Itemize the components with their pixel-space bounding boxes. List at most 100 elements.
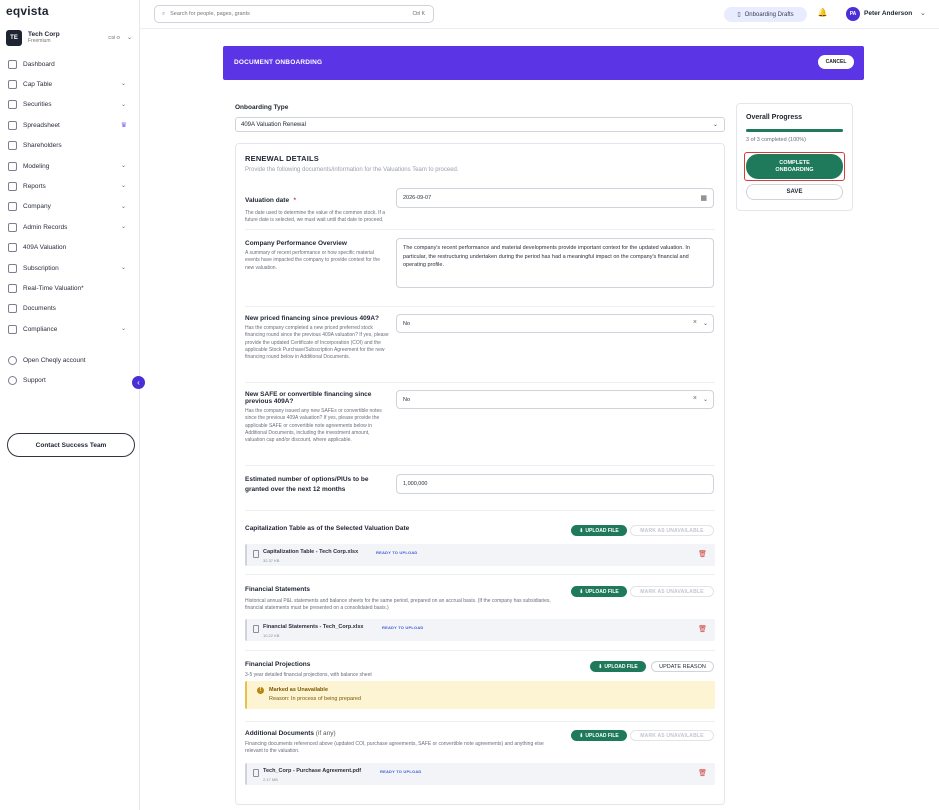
complete-onboarding-button[interactable]: COMPLETE ONBOARDING [746,154,843,179]
performance-textarea[interactable]: The company's recent performance and mat… [396,238,714,288]
upload-file-button[interactable]: ⬇ UPLOAD FILE [571,525,627,536]
sidebar-item-dashboard[interactable]: Dashboard [0,54,140,74]
options-input[interactable]: 1,000,000 [396,474,714,494]
chevron-down-icon: ⌄ [120,162,126,169]
status-badge: READY TO UPLOAD [380,769,422,774]
mark-unavailable-button[interactable]: MARK AS UNAVAILABLE [630,730,714,741]
contact-success-team-button[interactable]: Contact Success Team [7,433,135,457]
clear-icon[interactable]: × [693,395,697,402]
progress-bar-fill [746,129,843,132]
clear-icon[interactable]: × [693,319,697,326]
sidebar-item-securities[interactable]: Securities ⌄ [0,95,140,115]
progress-title: Overall Progress [746,114,803,121]
progress-text: 3 of 3 completed (100%) [746,137,806,143]
chevron-down-icon: ⌄ [120,101,126,108]
org-switcher[interactable]: TE Tech Corp Freemium Ctrl O ⌄ [6,28,136,48]
calendar-icon[interactable]: ▦ [700,194,707,202]
chevron-down-icon: ⌄ [120,224,126,231]
sidebar-item-real-time-valuation[interactable]: Real-Time Valuation* [0,278,140,298]
financial-projections-title: Financial Projections [245,661,311,668]
unavailable-title: Marked as Unavailable [269,687,329,693]
cancel-button[interactable]: CANCEL [818,55,854,69]
sidebar-item-label: Shareholders [23,142,62,150]
onboarding-banner: DOCUMENT ONBOARDING CANCEL [223,46,864,80]
mark-unavailable-button[interactable]: MARK AS UNAVAILABLE [630,586,714,597]
sidebar-item-409a-valuation[interactable]: 409A Valuation [0,238,140,258]
sidebar-item-spreadsheet[interactable]: Spreadsheet ♛ [0,115,140,135]
priced-financing-value: No [403,320,411,327]
sidebar-item-company[interactable]: Company ⌄ [0,197,140,217]
sidebar-item-cap-table[interactable]: Cap Table ⌄ [0,74,140,94]
trash-icon[interactable]: 🗑 [698,550,707,558]
sidebar-item-reports[interactable]: Reports ⌄ [0,176,140,196]
file-name: Capitalization Table - Tech Corp.xlsx [263,549,359,555]
chevron-down-icon: ⌄ [120,183,126,190]
mark-unavailable-button[interactable]: MARK AS UNAVAILABLE [630,525,714,536]
complete-onboarding-button-highlight: COMPLETE ONBOARDING [744,152,845,181]
file-size: 2.17 MB [263,777,278,782]
chevron-down-icon: ⌄ [702,321,708,327]
sidebar-item-label: Reports [23,183,46,191]
app-logo[interactable]: eqvista [6,4,49,18]
app-root: eqvista TE Tech Corp Freemium Ctrl O ⌄ D… [0,0,939,810]
sidebar-item-label: Spreadsheet [23,121,60,129]
priced-financing-select[interactable]: No × ⌄ [396,314,714,333]
valuation-date-input[interactable]: 2026-09-07 ▦ [396,188,714,208]
banner-title: DOCUMENT ONBOARDING [234,59,323,66]
sidebar-item-modeling[interactable]: Modeling ⌄ [0,156,140,176]
onboarding-type-select[interactable]: 409A Valuation Renewal ⌄ [235,117,725,132]
sidebar-item-label: Cap Table [23,81,53,89]
sidebar-item-label: Documents [23,305,56,313]
search-input[interactable] [170,11,391,17]
additional-documents-help: Financing documents referenced above (up… [245,741,544,755]
divider [245,382,715,383]
divider [245,574,715,575]
chevron-down-icon: ⌄ [120,264,126,271]
sidebar-item-label: Admin Records [23,223,68,231]
download-icon: ⬇ [579,732,584,739]
sidebar-item-admin-records[interactable]: Admin Records ⌄ [0,217,140,237]
collapse-sidebar-icon[interactable]: ‹ [132,376,145,389]
chevron-down-icon: ⌄ [120,81,126,88]
divider [245,306,715,307]
chevron-down-icon[interactable]: ⌄ [920,9,926,17]
save-button[interactable]: SAVE [746,184,843,200]
onboarding-drafts-button[interactable]: ▯ Onboarding Drafts [724,7,807,22]
cap-table-icon [8,80,17,90]
file-size: 32.37 KB [263,558,280,563]
upload-file-button[interactable]: ⬇ UPLOAD FILE [571,730,627,741]
sidebar-item-documents[interactable]: Documents [0,299,140,319]
user-avatar[interactable]: PA [846,7,860,21]
realtime-valuation-icon [8,283,17,293]
sidebar-item-support[interactable]: Support [0,370,140,390]
sidebar-item-shareholders[interactable]: Shareholders [0,136,140,156]
chevron-down-icon: ⌄ [120,326,126,333]
divider [245,229,715,230]
safe-financing-select[interactable]: No × ⌄ [396,390,714,409]
sidebar-item-subscription[interactable]: Subscription ⌄ [0,258,140,278]
upload-file-button[interactable]: ⬇ UPLOAD FILE [571,586,627,597]
options-field-label: Estimated number of options/PIUs to be g… [245,475,390,495]
search-bar[interactable]: ⌕ Ctrl K [154,5,434,23]
admin-records-icon [8,222,17,232]
trash-icon[interactable]: 🗑 [698,625,707,633]
file-row: Capitalization Table - Tech Corp.xlsx 32… [245,544,715,566]
sidebar-item-open-cheqly-account[interactable]: Open Cheqly account [0,350,140,370]
options-label: Estimated number of options/PIUs to be g… [245,476,369,493]
bell-icon[interactable]: 🔔 [816,8,829,21]
document-icon: ▯ [737,12,741,18]
org-plan: Freemium [28,38,51,45]
user-name[interactable]: Peter Anderson [864,10,912,17]
subscription-icon [8,263,17,273]
topbar: ⌕ Ctrl K ▯ Onboarding Drafts 🔔 PA Peter … [140,0,939,29]
trash-icon[interactable]: 🗑 [698,769,707,777]
update-reason-button[interactable]: UPDATE REASON [651,661,714,672]
chevron-down-icon: ⌄ [702,397,708,403]
valuation-date-field-label: Valuation date * The date used to determ… [245,189,390,225]
spreadsheet-icon [8,120,17,130]
sidebar-item-compliance[interactable]: Compliance ⌄ [0,319,140,339]
upload-label: UPLOAD FILE [585,588,619,595]
upload-file-button[interactable]: ⬇ UPLOAD FILE [590,661,646,672]
sidebar-item-label: Compliance [23,325,58,333]
chevron-down-icon: ⌄ [120,203,126,210]
